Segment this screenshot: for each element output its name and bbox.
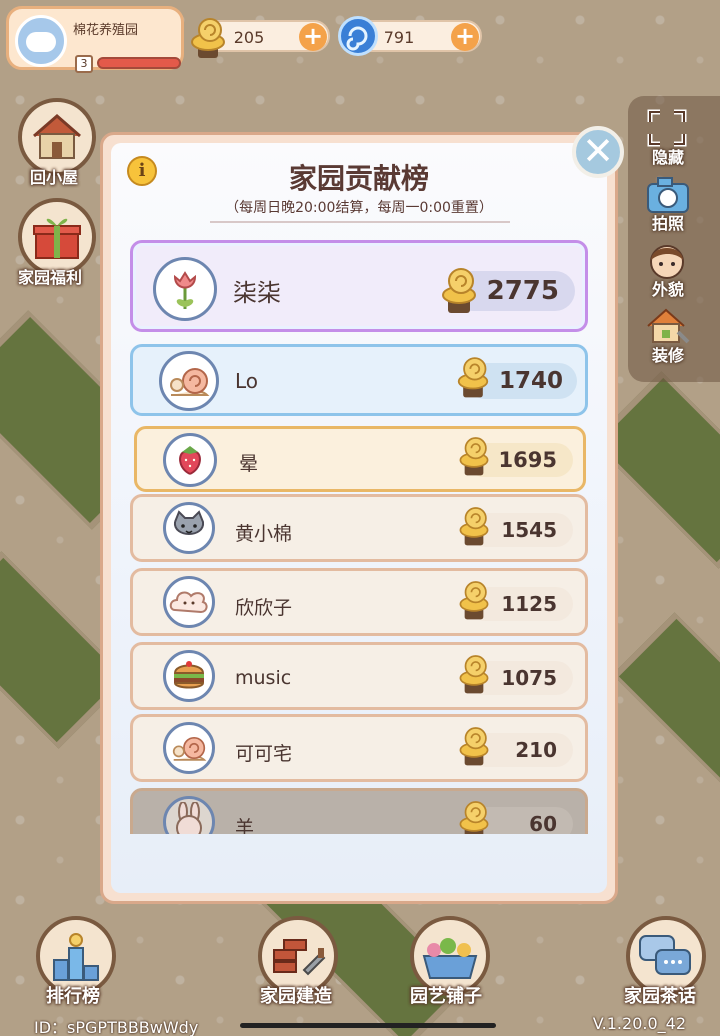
welfare-label: 家园福利 [18,268,83,287]
garden-name: 棉花养殖园 [73,23,139,38]
player-name: 晕 [239,453,259,475]
snail-coin-icon [457,721,491,773]
house-icon [33,114,81,159]
strawberry-icon [163,433,217,487]
snail-coin-icon [457,649,491,701]
shop-label: 园艺铺子 [410,986,482,1007]
snail-coin-icon [457,795,491,834]
player-name: 可可宅 [235,743,293,765]
ranking-label: 排行榜 [46,986,100,1007]
snail-icon [163,722,215,774]
leaderboard-row-6[interactable]: music 1075 [130,642,588,710]
leaderboard-row-8[interactable]: 羊 60 [130,788,588,834]
player-name: music [235,667,292,689]
tulip-icon [153,257,217,321]
hide-label: 隐藏 [651,148,684,167]
player-name: Lo [235,369,259,393]
add-gem-currency-button[interactable]: + [451,23,479,51]
leaderboard-row-4[interactable]: 黄小棉 1545 [130,494,588,562]
leaderboard-row-1[interactable]: 柒柒 2775 [130,240,588,332]
blue-swirl-icon [338,16,378,56]
modal-subtitle: （每周日晚20:00结算，每周一0:00重置） [225,200,493,216]
snail-coin-icon [457,575,491,627]
appearance-label: 外貌 [651,280,684,299]
snail-icon [159,351,219,411]
leaderboard-row-5[interactable]: 欣欣子 1125 [130,568,588,636]
snail-coin-icon [188,14,228,58]
gift-icon [33,218,81,259]
leaderboard-list[interactable]: 柒柒 2775 Lo 1740 晕 1695 黄小棉 1545 欣欣子 1125… [120,232,600,834]
player-score: 1125 [501,592,557,616]
level-badge: 3 [75,55,93,73]
player-name: 欣欣子 [235,597,293,619]
player-score: 1545 [501,518,557,542]
player-name: 柒柒 [233,279,281,307]
avatar[interactable] [15,15,67,67]
player-score: 1740 [498,368,563,394]
home-label: 回小屋 [30,168,79,187]
add-snail-currency-button[interactable]: + [299,23,327,51]
home-indicator[interactable] [240,1023,496,1028]
bunny-icon [163,796,215,834]
snail-coin-icon [455,351,491,405]
cloud-face-icon [163,576,215,628]
player-score: 1075 [501,666,557,690]
player-score: 1695 [498,448,557,472]
player-score: 60 [529,812,557,834]
build-label: 家园建造 [260,986,332,1007]
player-score: 2775 [486,276,559,306]
teahouse-label: 家园茶话 [624,986,696,1007]
player-score: 210 [515,738,557,762]
player-name: 羊 [235,817,255,834]
modal-title: 家园贡献榜 [288,162,429,195]
profile-card[interactable]: 棉花养殖园 3 [6,6,184,73]
leaderboard-row-2[interactable]: Lo 1740 [130,344,588,416]
cat-icon [163,502,215,554]
burger-icon [163,650,215,702]
decorate-label: 装修 [651,346,684,365]
level-progress-bar [97,57,181,69]
leaderboard-row-3[interactable]: 晕 1695 [134,426,586,492]
version-label: V.1.20.0_42 [592,1014,686,1033]
leaderboard-row-7[interactable]: 可可宅 210 [130,714,588,782]
right-toolbar: 隐藏 拍照 外貌 装修 [628,96,720,382]
snail-coin-icon [457,501,491,553]
player-id: ID：sPGPTBBBwWdy [34,1018,199,1036]
player-name: 黄小棉 [235,523,293,545]
snail-coin-icon [457,431,491,483]
snail-coin-icon [439,261,479,321]
photo-label: 拍照 [651,214,684,233]
title-divider [210,221,510,223]
